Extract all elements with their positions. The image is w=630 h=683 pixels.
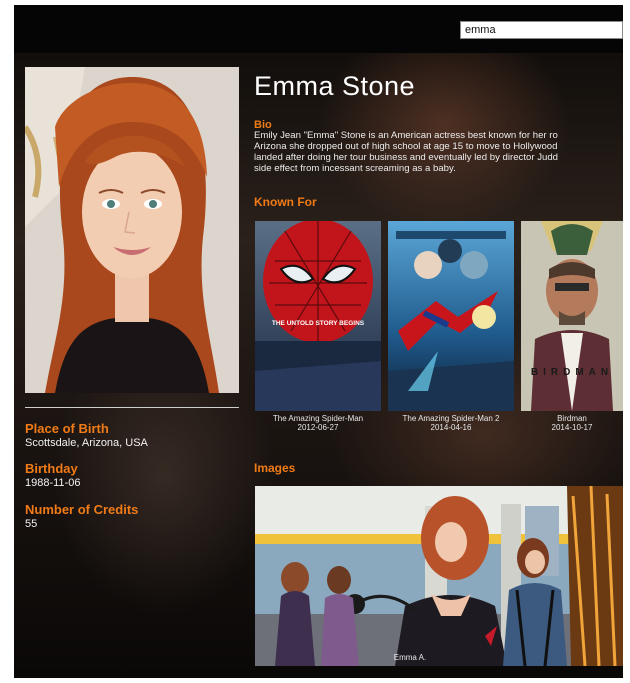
movie-caption-1: The Amazing Spider-Man 2012-06-27 bbox=[255, 414, 381, 432]
app-window: Place of Birth Scottsdale, Arizona, USA … bbox=[14, 5, 623, 678]
profile-photo bbox=[25, 67, 239, 393]
movie-title-1: The Amazing Spider-Man bbox=[272, 414, 364, 423]
image-still-1[interactable] bbox=[255, 486, 623, 666]
profile-photo-art bbox=[25, 67, 239, 393]
movie-poster-amazing-spider-man-2[interactable] bbox=[388, 221, 514, 411]
movie-title-3: Birdman bbox=[557, 414, 587, 423]
birthday-label: Birthday bbox=[25, 461, 78, 476]
image-caption: Emma A. bbox=[393, 653, 427, 662]
divider bbox=[25, 407, 239, 408]
bio-text: Emily Jean "Emma" Stone is an American a… bbox=[254, 130, 558, 174]
top-bar bbox=[14, 5, 623, 53]
search-input[interactable] bbox=[460, 21, 623, 39]
movie-caption-2: The Amazing Spider-Man 2 2014-04-16 bbox=[388, 414, 514, 432]
image-still-art bbox=[255, 486, 623, 666]
movie-title-2: The Amazing Spider-Man 2 bbox=[402, 414, 500, 423]
place-of-birth-value: Scottsdale, Arizona, USA bbox=[25, 437, 148, 449]
movie-date-3: 2014-10-17 bbox=[551, 423, 593, 432]
place-of-birth-label: Place of Birth bbox=[25, 421, 109, 436]
movie-date-1: 2012-06-27 bbox=[297, 423, 339, 432]
person-name: Emma Stone bbox=[254, 71, 416, 101]
known-for-label: Known For bbox=[254, 195, 317, 209]
poster-3-title: BIRDMAN bbox=[531, 367, 613, 378]
credits-label: Number of Credits bbox=[25, 502, 139, 517]
movie-date-2: 2014-04-16 bbox=[430, 423, 472, 432]
credits-value: 55 bbox=[25, 518, 38, 530]
poster-art-1: THE UNTOLD STORY BEGINS bbox=[255, 221, 381, 411]
poster-art-2 bbox=[388, 221, 514, 411]
images-label: Images bbox=[254, 461, 296, 475]
birthday-value: 1988-11-06 bbox=[25, 477, 81, 489]
poster-1-tagline: THE UNTOLD STORY BEGINS bbox=[272, 320, 365, 327]
poster-art-3: BIRDMAN bbox=[521, 221, 623, 411]
movie-caption-3: Birdman 2014-10-17 bbox=[521, 414, 623, 432]
movie-poster-birdman[interactable]: BIRDMAN bbox=[521, 221, 623, 411]
movie-poster-amazing-spider-man[interactable]: THE UNTOLD STORY BEGINS bbox=[255, 221, 381, 411]
